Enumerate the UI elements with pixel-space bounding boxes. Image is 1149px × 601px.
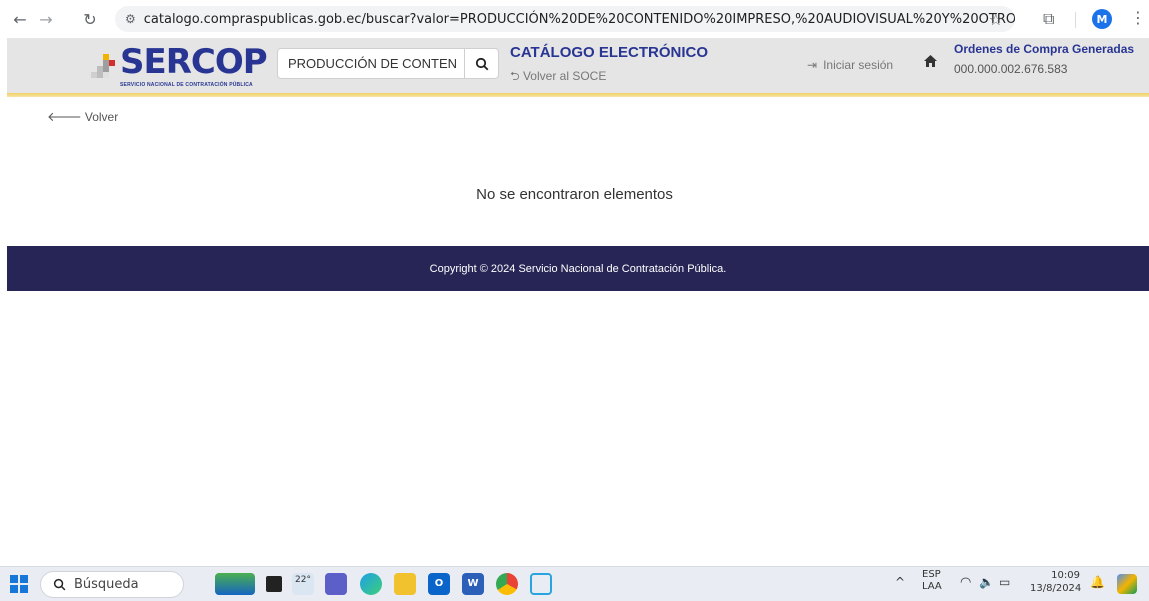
site-footer: Copyright © 2024 Servicio Nacional de Co… [7, 246, 1149, 291]
orders-value: 000.000.002.676.583 [954, 62, 1068, 76]
soce-link-label: Volver al SOCE [522, 69, 607, 83]
bookmark-star-icon[interactable]: ☆ [989, 10, 1003, 29]
login-link[interactable]: ⇥ Iniciar sesión [807, 58, 893, 72]
language-layout: LAA [922, 581, 942, 592]
file-explorer-icon[interactable] [394, 573, 416, 595]
header-accent-line [7, 93, 1149, 97]
word-icon[interactable]: W [462, 573, 484, 595]
search-icon [53, 578, 66, 591]
browser-toolbar: ← → ↻ ⚙ catalogo.compraspublicas.gob.ec/… [0, 0, 1149, 38]
language-indicator[interactable]: ESP LAA [922, 569, 942, 593]
clock-time: 10:09 [1051, 570, 1080, 581]
wifi-icon[interactable]: ◠ [960, 575, 971, 590]
back-link[interactable]: 🡐 Volver [47, 109, 118, 125]
widgets-icon[interactable] [215, 573, 255, 595]
weather-icon[interactable]: 22° [292, 573, 314, 595]
clock-date: 13/8/2024 [1030, 583, 1082, 594]
windows-start-icon[interactable] [10, 575, 28, 593]
soce-link[interactable]: ⮌ Volver al SOCE [510, 67, 606, 88]
toolbar-divider [1075, 12, 1076, 28]
copilot-icon[interactable] [1117, 574, 1137, 594]
site-header: SERCOP SERVICIO NACIONAL DE CONTRATACIÓN… [7, 38, 1149, 93]
logo-cubes-icon [91, 54, 115, 78]
address-bar[interactable]: ⚙ catalogo.compraspublicas.gob.ec/buscar… [115, 6, 1015, 32]
return-icon: ⮌ [510, 69, 520, 83]
taskbar: Búsqueda 22° O W ^ ESP LAA ◠ 🔈 ▭ 10:09 1… [0, 566, 1149, 601]
clock[interactable]: 10:09 13/8/2024 [1030, 569, 1082, 595]
orders-title: Ordenes de Compra Generadas [954, 42, 1135, 56]
forward-arrow-icon[interactable]: → [34, 7, 58, 31]
site-settings-icon[interactable]: ⚙ [125, 12, 136, 26]
volume-icon[interactable]: 🔈 [979, 575, 994, 589]
sercop-logo[interactable]: SERCOP SERVICIO NACIONAL DE CONTRATACIÓN… [87, 42, 277, 90]
battery-icon[interactable]: ▭ [999, 575, 1010, 589]
snipping-tool-icon[interactable] [530, 573, 552, 595]
extensions-icon[interactable]: ⧉ [1043, 9, 1054, 29]
logo-wordmark: SERCOP [120, 42, 268, 82]
chrome-icon[interactable] [496, 573, 518, 595]
teams-icon[interactable] [325, 573, 347, 595]
home-icon[interactable] [924, 54, 937, 72]
reload-icon[interactable]: ↻ [78, 7, 102, 31]
search-button[interactable] [464, 49, 498, 78]
search-icon [475, 57, 488, 70]
language-code: ESP [922, 569, 941, 580]
back-link-label: Volver [84, 110, 119, 124]
menu-kebab-icon[interactable]: ⋮ [1130, 8, 1146, 27]
search-input[interactable] [278, 49, 464, 78]
back-arrow-icon: 🡐 [47, 109, 82, 124]
logo-subtitle: SERVICIO NACIONAL DE CONTRATACIÓN PÚBLIC… [120, 82, 253, 88]
weather-temp: 22° [295, 575, 311, 585]
profile-avatar[interactable]: M [1092, 9, 1112, 29]
outlook-icon[interactable]: O [428, 573, 450, 595]
task-view-icon[interactable] [266, 576, 282, 592]
back-arrow-icon[interactable]: ← [8, 7, 32, 31]
taskbar-search-label: Búsqueda [74, 577, 139, 592]
notification-bell-icon[interactable]: 🔔 [1090, 575, 1105, 589]
chevron-up-icon[interactable]: ^ [895, 575, 905, 589]
copyright-text: Copyright © 2024 Servicio Nacional de Co… [429, 262, 727, 275]
login-label: Iniciar sesión [823, 58, 894, 72]
catalog-title: CATÁLOGO ELECTRÓNICO [510, 44, 709, 61]
edge-browser-icon[interactable] [360, 573, 382, 595]
empty-results-message: No se encontraron elementos [476, 186, 673, 203]
taskbar-search[interactable]: Búsqueda [40, 571, 184, 598]
url-text: catalogo.compraspublicas.gob.ec/buscar?v… [143, 11, 1015, 27]
login-icon: ⇥ [807, 58, 818, 72]
search-bar [277, 48, 499, 79]
